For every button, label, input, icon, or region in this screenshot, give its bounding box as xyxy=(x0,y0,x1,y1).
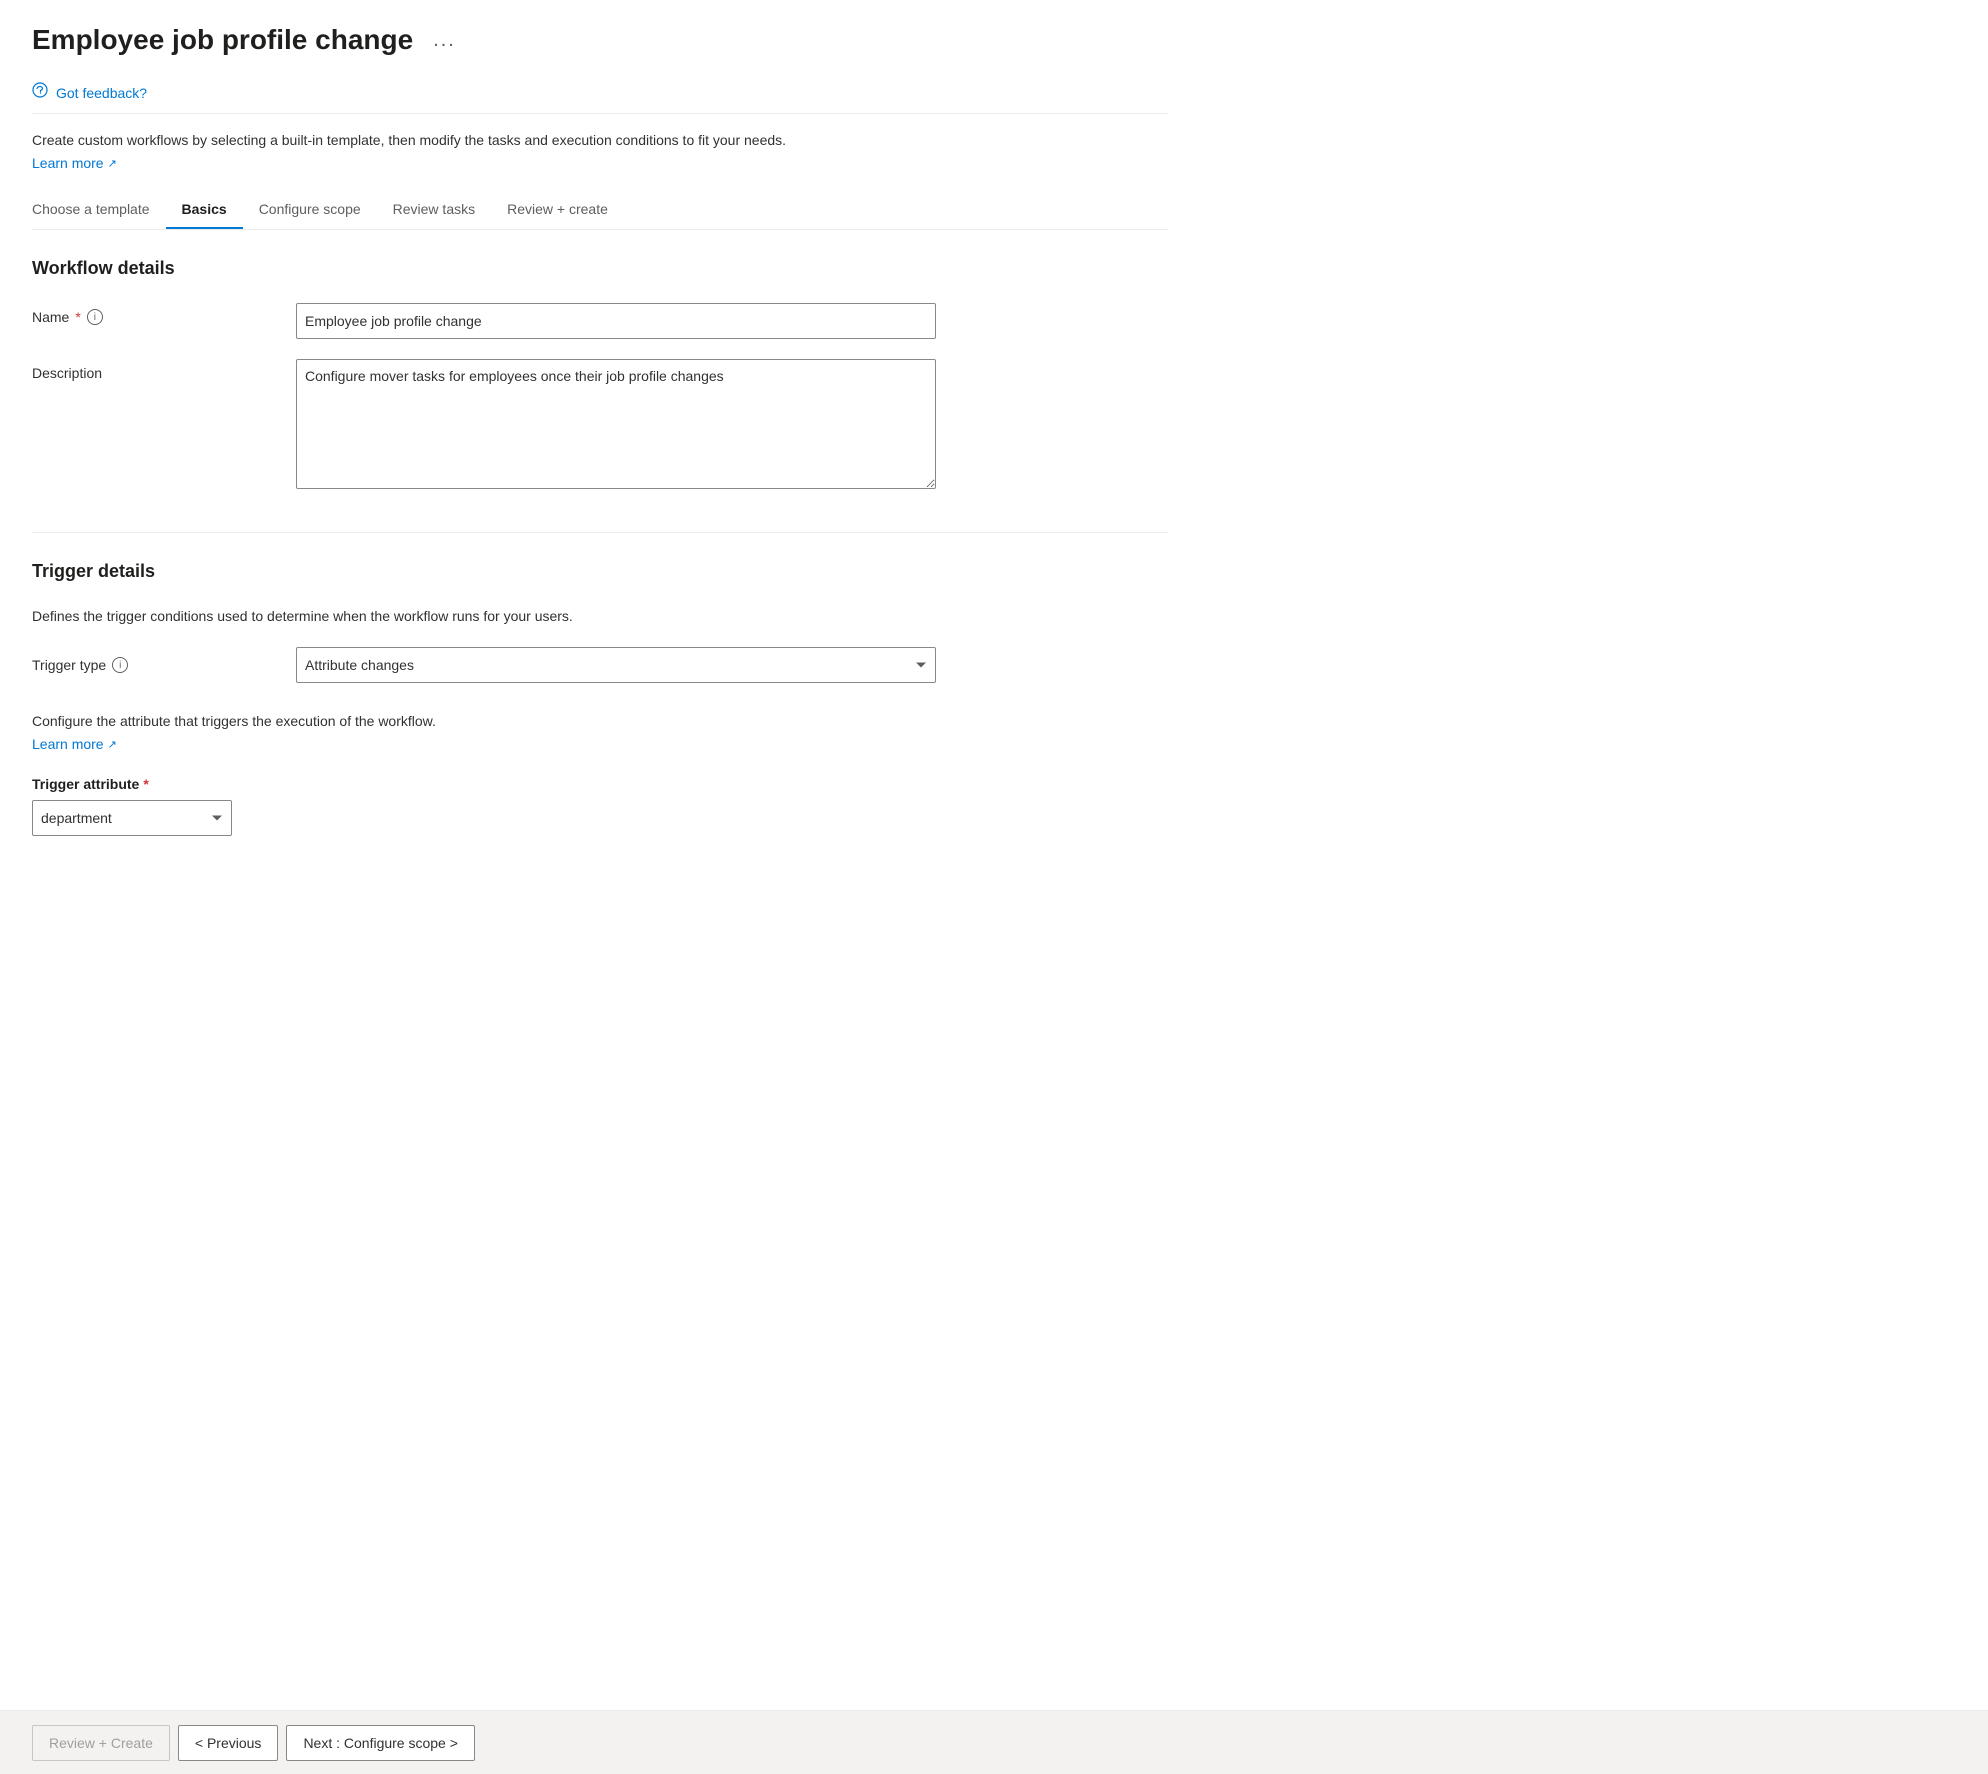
attribute-required-star: * xyxy=(143,776,148,792)
name-label: Name * i xyxy=(32,309,272,325)
trigger-details-title: Trigger details xyxy=(32,561,1168,582)
tab-review-tasks[interactable]: Review tasks xyxy=(377,191,491,229)
external-link-icon-2: ↗ xyxy=(108,738,117,751)
name-info-icon: i xyxy=(87,309,103,325)
workflow-details-section: Workflow details Name * i Description xyxy=(32,258,1168,492)
feedback-row[interactable]: Got feedback? xyxy=(32,72,1168,114)
description-label: Description xyxy=(32,365,272,381)
page-title: Employee job profile change xyxy=(32,24,413,56)
tab-choose-template[interactable]: Choose a template xyxy=(32,191,166,229)
footer-bar: Review + Create < Previous Next : Config… xyxy=(0,1710,1988,1774)
feedback-icon xyxy=(32,82,48,103)
name-input[interactable] xyxy=(296,303,936,339)
review-create-button[interactable]: Review + Create xyxy=(32,1725,170,1761)
tabs-nav: Choose a template Basics Configure scope… xyxy=(32,191,1168,230)
learn-more-link-2[interactable]: Learn more ↗ xyxy=(32,736,117,752)
page-description: Create custom workflows by selecting a b… xyxy=(32,130,1168,151)
configure-attribute-text: Configure the attribute that triggers th… xyxy=(32,711,1168,732)
trigger-type-info-icon: i xyxy=(112,657,128,673)
next-configure-scope-button[interactable]: Next : Configure scope > xyxy=(286,1725,474,1761)
configure-attribute-section: Configure the attribute that triggers th… xyxy=(32,711,1168,752)
trigger-type-label: Trigger type i xyxy=(32,657,272,673)
trigger-attribute-label: Trigger attribute * xyxy=(32,776,1168,792)
trigger-type-select[interactable]: Attribute changes On-demand Schedule xyxy=(296,647,936,683)
trigger-attribute-container: Trigger attribute * department jobTitle … xyxy=(32,776,1168,836)
previous-button[interactable]: < Previous xyxy=(178,1725,279,1761)
tab-basics[interactable]: Basics xyxy=(166,191,243,229)
description-textarea[interactable]: Configure mover tasks for employees once… xyxy=(296,359,936,489)
learn-more-link-1[interactable]: Learn more ↗ xyxy=(32,155,117,171)
tab-review-create[interactable]: Review + create xyxy=(491,191,624,229)
trigger-type-row: Trigger type i Attribute changes On-dema… xyxy=(32,647,1168,683)
section-divider xyxy=(32,532,1168,533)
name-field-row: Name * i xyxy=(32,303,1168,339)
trigger-description-text: Defines the trigger conditions used to d… xyxy=(32,606,1168,627)
external-link-icon: ↗ xyxy=(108,157,117,170)
trigger-attribute-select[interactable]: department jobTitle manager companyName … xyxy=(32,800,232,836)
feedback-label: Got feedback? xyxy=(56,85,147,101)
trigger-details-section: Trigger details Defines the trigger cond… xyxy=(32,561,1168,836)
workflow-details-title: Workflow details xyxy=(32,258,1168,279)
ellipsis-menu-button[interactable]: ... xyxy=(425,25,464,56)
name-required-star: * xyxy=(75,309,80,325)
description-field-row: Description Configure mover tasks for em… xyxy=(32,359,1168,492)
tab-configure-scope[interactable]: Configure scope xyxy=(243,191,377,229)
